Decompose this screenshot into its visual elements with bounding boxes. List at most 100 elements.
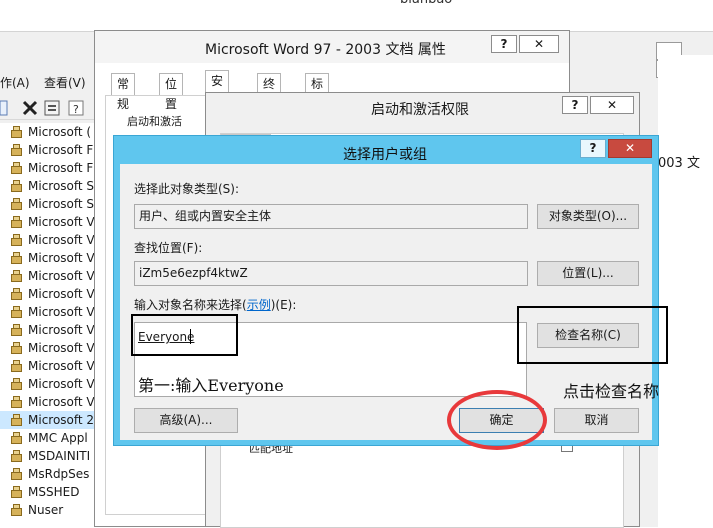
tree-item-label: Microsoft F xyxy=(28,161,94,175)
tree-item-label: Microsoft V xyxy=(28,233,95,247)
select-dialog-title: 选择用户或组 xyxy=(343,147,427,163)
tree-item[interactable]: Microsoft V xyxy=(0,303,95,321)
tree-item-label: Microsoft ( xyxy=(28,125,92,139)
advanced-button[interactable]: 高级(A)... xyxy=(134,408,238,433)
tree-item[interactable]: Microsoft F xyxy=(0,159,95,177)
tree-item-label: Microsoft S xyxy=(28,197,95,211)
tree-item-label: Microsoft 2 xyxy=(28,413,95,427)
menu-action[interactable]: 作(A) xyxy=(0,74,30,91)
component-icon xyxy=(10,378,23,390)
component-icon xyxy=(10,414,23,426)
tree-item-label: Microsoft V xyxy=(28,305,95,319)
locations-button[interactable]: 位置(L)... xyxy=(537,261,639,286)
component-icon xyxy=(10,342,23,354)
tree-item[interactable]: Microsoft V xyxy=(0,285,95,303)
annotation-ok-circle xyxy=(447,390,547,450)
component-icon xyxy=(10,288,23,300)
launch-activation-group-label: 启动和激活 xyxy=(127,115,182,128)
tree-item-label: MSSHED xyxy=(28,485,80,499)
component-icon xyxy=(10,432,23,444)
examples-link[interactable]: 示例 xyxy=(247,298,271,312)
tree-item-label: Microsoft F xyxy=(28,143,94,157)
tree-item-label: Microsoft V xyxy=(28,341,95,355)
component-icon xyxy=(10,234,23,246)
tree-item-label: Microsoft V xyxy=(28,287,95,301)
svg-text:?: ? xyxy=(73,103,79,116)
object-types-button[interactable]: 对象类型(O)... xyxy=(537,204,639,229)
launch-titlebar: 启动和激活权限 ? ✕ xyxy=(206,93,639,121)
component-icon xyxy=(10,486,23,498)
properties-icon[interactable] xyxy=(43,99,61,117)
component-icon xyxy=(10,360,23,372)
annotation-box-check-names xyxy=(517,306,668,364)
tree-item-label: Microsoft V xyxy=(28,377,95,391)
mmc-title: bianbao xyxy=(400,0,452,7)
mmc-titlebar: bianbao xyxy=(0,0,713,32)
tree-item[interactable]: Microsoft V xyxy=(0,393,95,411)
tree-item[interactable]: Microsoft V xyxy=(0,339,95,357)
properties-help-button[interactable]: ? xyxy=(491,35,517,53)
component-icon xyxy=(10,126,23,138)
tree-item[interactable]: Microsoft S xyxy=(0,195,95,213)
tree-item[interactable]: Microsoft 2 xyxy=(0,411,95,429)
tree-item[interactable]: MsRdpSes xyxy=(0,465,95,483)
component-icon xyxy=(10,450,23,462)
tree-item-label: Microsoft V xyxy=(28,323,95,337)
right-pane-text: 003 文 xyxy=(658,156,700,171)
component-icon xyxy=(10,162,23,174)
tree-item[interactable]: MMC Appl xyxy=(0,429,95,447)
select-help-button[interactable]: ? xyxy=(580,139,606,158)
object-names-label: 输入对象名称来选择(示例)(E): xyxy=(134,298,297,312)
component-icon xyxy=(10,324,23,336)
cancel-button[interactable]: 取消 xyxy=(554,408,639,433)
component-icon xyxy=(10,252,23,264)
launch-title: 启动和激活权限 xyxy=(371,102,469,118)
component-icon xyxy=(10,180,23,192)
delete-icon[interactable] xyxy=(21,99,39,117)
component-icon xyxy=(10,144,23,156)
tree-item[interactable]: Microsoft S xyxy=(0,177,95,195)
location-label: 查找位置(F): xyxy=(134,241,203,255)
tree-item[interactable]: Microsoft V xyxy=(0,213,95,231)
tree-item[interactable]: MSDAINITI xyxy=(0,447,95,465)
object-type-field: 用户、组或内置安全主体 xyxy=(134,204,528,229)
tree-item[interactable]: Microsoft V xyxy=(0,375,95,393)
tree-item[interactable]: Nuser xyxy=(0,501,95,519)
tree-item-label: MsRdpSes xyxy=(28,467,90,481)
tree-item[interactable]: Microsoft V xyxy=(0,267,95,285)
tree-item-label: Microsoft V xyxy=(28,359,95,373)
tree-item[interactable]: Microsoft V xyxy=(0,321,95,339)
component-icon xyxy=(10,270,23,282)
tree-item[interactable]: Microsoft ( xyxy=(0,123,95,141)
launch-help-button[interactable]: ? xyxy=(562,96,588,114)
properties-title: Microsoft Word 97 - 2003 文档 属性 xyxy=(205,42,446,58)
tab-location[interactable]: 位置 xyxy=(159,73,184,111)
component-icon xyxy=(10,396,23,408)
component-tree: Microsoft ( Microsoft F Microsoft F Microso… xyxy=(0,123,96,527)
properties-close-button[interactable]: ✕ xyxy=(519,35,559,53)
annotation-box-input xyxy=(131,314,238,356)
tree-item-label: Microsoft V xyxy=(28,215,95,229)
tree-item[interactable]: Microsoft V xyxy=(0,357,95,375)
component-icon xyxy=(10,468,23,480)
component-icon xyxy=(10,504,23,516)
annotation-click-text: 点击检查名称 xyxy=(563,382,660,401)
select-close-button[interactable]: ✕ xyxy=(608,139,652,158)
launch-close-button[interactable]: ✕ xyxy=(590,96,634,114)
menu-view[interactable]: 查看(V) xyxy=(44,74,86,91)
right-pane xyxy=(658,55,713,527)
mmc-menubar: 作(A) 查看(V) xyxy=(0,70,100,94)
annotation-step1-text: 第一:输入Everyone xyxy=(138,376,284,395)
tree-item-label: Microsoft S xyxy=(28,179,95,193)
tab-general[interactable]: 常规 xyxy=(111,73,136,111)
help-icon[interactable]: ? xyxy=(67,99,85,117)
tree-item-label: Microsoft V xyxy=(28,269,95,283)
tree-item[interactable]: Microsoft V xyxy=(0,249,95,267)
toolbar-icon-partial[interactable] xyxy=(0,99,8,117)
tree-item[interactable]: Microsoft V xyxy=(0,231,95,249)
tree-item[interactable]: MSSHED xyxy=(0,483,95,501)
location-field: iZm5e6ezpf4ktwZ xyxy=(134,261,528,286)
component-icon xyxy=(10,306,23,318)
tree-item-label: MSDAINITI xyxy=(28,449,91,463)
tree-item[interactable]: Microsoft F xyxy=(0,141,95,159)
